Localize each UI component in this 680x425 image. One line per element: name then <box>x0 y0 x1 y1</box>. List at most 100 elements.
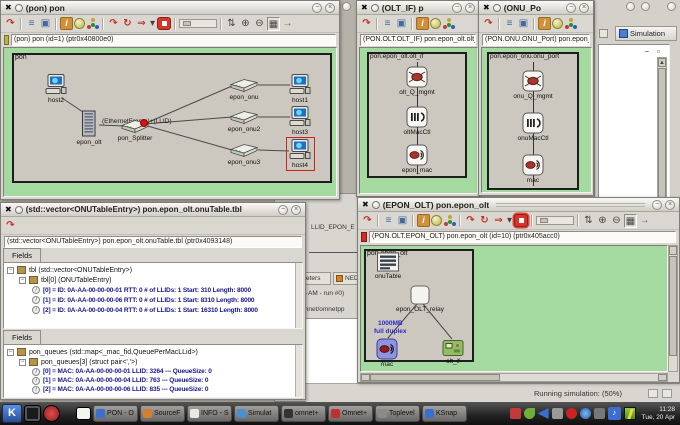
scroll-left-icon[interactable] <box>361 374 370 381</box>
module-info-button[interactable]: i <box>60 17 73 30</box>
taskbar-window-simulation[interactable]: Simulat <box>234 405 279 422</box>
node-olt-mac-ctl[interactable]: oltMacCtl <box>406 106 428 136</box>
tray-leaf-icon[interactable] <box>524 408 535 419</box>
background-window-button[interactable] <box>667 2 676 11</box>
zoom-slider[interactable] <box>179 19 217 28</box>
node-epon-onu2[interactable]: epon_onu2 <box>230 109 258 133</box>
terminal-launcher-icon[interactable] <box>24 405 41 422</box>
minimize-button[interactable]: − <box>278 205 288 215</box>
node-epon-olt[interactable]: epon_olt <box>79 110 99 146</box>
node-host3[interactable]: host3 <box>288 106 312 136</box>
volume-icon[interactable] <box>608 407 621 420</box>
tray-misc-icon[interactable] <box>594 408 605 419</box>
close-button[interactable]: × <box>465 3 475 13</box>
zoom-slider[interactable] <box>536 216 574 225</box>
network-button[interactable] <box>86 17 99 30</box>
minimize-button[interactable]: − <box>652 200 662 210</box>
run-options-dropdown[interactable]: ▾ <box>506 214 513 228</box>
taskbar-window-ksnapshot[interactable]: KSnap <box>422 405 467 422</box>
inspector-path-field[interactable]: (PON.ONU.ONU_Port) pon.epon_o <box>482 34 590 46</box>
k-menu-button[interactable] <box>2 404 22 423</box>
objects-button[interactable]: ≡ <box>382 214 395 228</box>
node-host2[interactable]: host2 <box>44 74 68 104</box>
tray-app-icon[interactable] <box>510 408 521 419</box>
relayout-button[interactable]: ⇅ <box>225 17 238 31</box>
module-info-button[interactable]: i <box>417 214 430 227</box>
media-player-icon[interactable] <box>43 405 60 422</box>
step-button[interactable]: ↷ <box>482 17 495 31</box>
go-button[interactable]: → <box>281 17 294 31</box>
tree-entry[interactable]: [2] = ID: 0A-AA-00-00-00-04 RTT: 0 # of … <box>32 305 302 315</box>
tree-scrollbar[interactable] <box>295 345 302 397</box>
node-olt-q-mgmt[interactable]: olt_Q_mgmt <box>406 66 428 96</box>
inspect-button[interactable]: ▣ <box>517 17 530 31</box>
express-run-button[interactable]: ⇒ <box>492 214 505 228</box>
parent-module-button[interactable] <box>74 18 85 29</box>
run-button[interactable]: ↷ <box>464 214 477 228</box>
run-options-dropdown[interactable]: ▾ <box>149 17 156 31</box>
tree-node-root[interactable]: pon_queues (std::map<_mac_fid,QueuePerMa… <box>7 347 302 357</box>
minimize-button[interactable]: − <box>566 3 576 13</box>
tree-entry[interactable]: [1] = MAC: 0A-AA-00-00-00-04 LLID: 763 -… <box>32 376 302 385</box>
vertical-scrollbar[interactable] <box>668 245 678 372</box>
window-menu-icon[interactable] <box>371 4 379 12</box>
titlebar[interactable]: ✖ (OLT_IF) p − × <box>357 1 479 15</box>
scroll-thumb[interactable] <box>370 374 500 381</box>
window-menu-icon[interactable] <box>372 201 380 209</box>
window-menu-icon[interactable] <box>15 4 23 12</box>
scroll-thumb[interactable] <box>669 256 677 356</box>
tree-entry[interactable]: [0] = ID: 0A-AA-00-00-00-01 RTT: 0 # of … <box>32 285 302 295</box>
minimize-button[interactable]: − <box>312 3 322 13</box>
message-dot[interactable] <box>140 119 148 127</box>
parent-module-button[interactable] <box>431 215 442 226</box>
step-button[interactable]: ↷ <box>360 17 373 31</box>
stop-button[interactable] <box>514 214 528 227</box>
module-info-button[interactable]: i <box>538 17 551 30</box>
node-onu-mac-ctl[interactable]: onuMacCtl <box>522 112 544 142</box>
step-button[interactable]: ↷ <box>4 219 17 233</box>
background-window-button[interactable] <box>342 2 351 11</box>
status-icon[interactable] <box>648 389 658 398</box>
titlebar[interactable]: ✖ (EPON_OLT) pon.epon_olt − × <box>358 198 679 212</box>
run-button[interactable]: ↷ <box>107 17 120 31</box>
titlebar[interactable]: ✖ (ONU_Po − × <box>479 1 593 15</box>
step-button[interactable]: ↷ <box>4 17 17 31</box>
tab-simulation[interactable]: Simulation <box>615 26 677 41</box>
collapse-icon[interactable] <box>19 359 26 366</box>
zoom-out-button[interactable]: ⊖ <box>253 17 266 31</box>
minimize-button[interactable]: − <box>452 3 462 13</box>
node-host1[interactable]: host1 <box>288 74 312 104</box>
titlebar[interactable]: ✖ (std::vector<ONUTableEntry>) pon.epon_… <box>1 203 305 217</box>
node-onu-table[interactable]: onuTable <box>376 252 400 280</box>
node-epon-onu[interactable]: epon_onu <box>230 77 258 101</box>
node-epon-onu3[interactable]: epon_onu3 <box>230 142 258 166</box>
network-button[interactable] <box>443 214 456 227</box>
module-info-button[interactable]: i <box>416 17 429 30</box>
fast-run-button[interactable]: ↻ <box>121 17 134 31</box>
fast-run-button[interactable]: ↻ <box>478 214 491 228</box>
collapse-icon[interactable] <box>7 349 14 356</box>
zoom-out-button[interactable]: ⊖ <box>610 214 623 228</box>
close-button[interactable]: × <box>579 3 589 13</box>
tab-parameters[interactable]: eters <box>303 272 331 285</box>
go-button[interactable]: → <box>638 214 651 228</box>
show-labels-button[interactable]: ▦ <box>624 214 637 228</box>
inspect-button[interactable]: ▣ <box>395 17 408 31</box>
inspect-button[interactable]: ▣ <box>396 214 409 228</box>
network-button[interactable] <box>442 17 455 30</box>
zoom-in-button[interactable]: ⊕ <box>596 214 609 228</box>
battery-icon[interactable] <box>624 407 636 420</box>
maximize-view-icon[interactable] <box>657 47 660 56</box>
parent-module-button[interactable] <box>552 18 563 29</box>
inspector-path-field[interactable]: (pon) pon (id=1) (ptr0x40800e0) <box>11 34 336 46</box>
tray-globe-icon[interactable] <box>580 408 591 419</box>
fields-tab[interactable]: Fields <box>3 248 41 262</box>
close-button[interactable]: × <box>665 200 675 210</box>
stop-button[interactable] <box>157 17 171 30</box>
node-epon-olt-relay[interactable]: epon_OLT_relay <box>410 285 430 313</box>
inspect-button[interactable]: ▣ <box>39 17 52 31</box>
step-button[interactable]: ↷ <box>361 214 374 228</box>
window-menu-icon[interactable] <box>493 4 501 12</box>
clock[interactable]: 11:28 Tue, 20 Apr <box>642 406 675 422</box>
node-mac-selected[interactable]: mac <box>376 338 398 368</box>
